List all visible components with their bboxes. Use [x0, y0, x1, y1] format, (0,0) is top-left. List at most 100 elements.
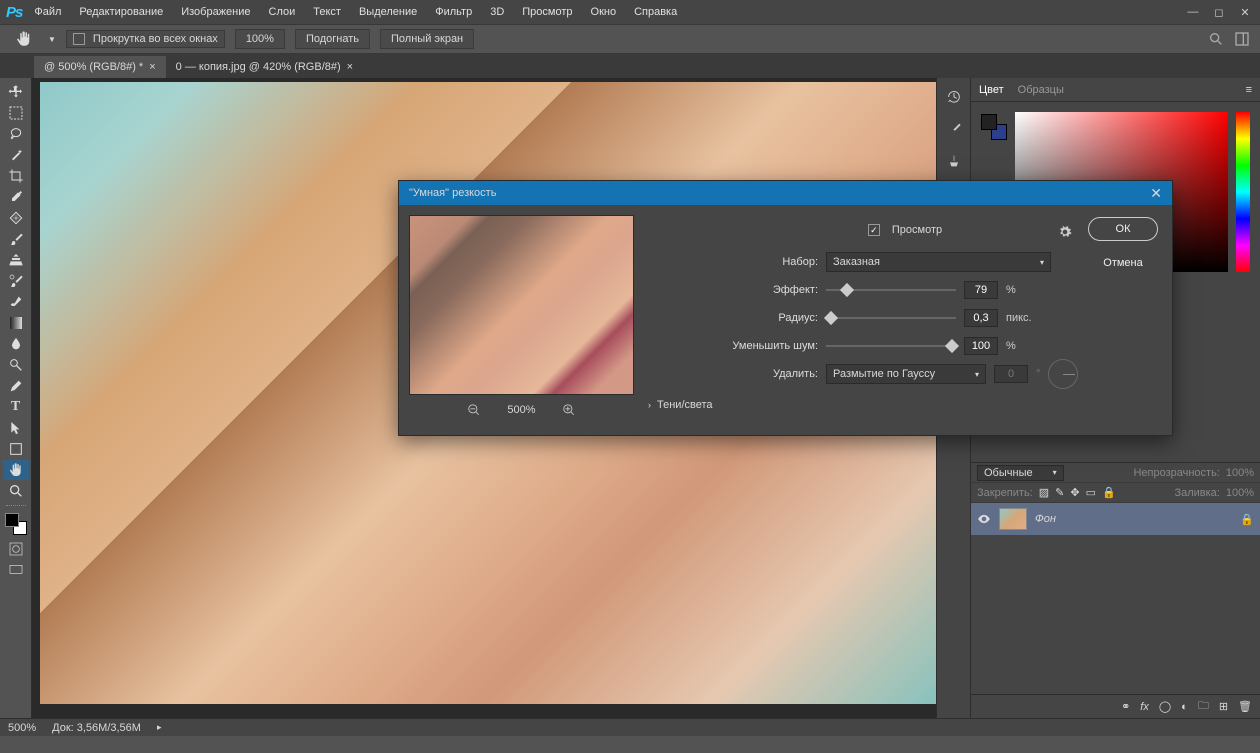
chevron-down-icon[interactable]: ▼ — [48, 35, 56, 44]
full-screen-button[interactable]: Полный экран — [380, 29, 474, 49]
marquee-tool[interactable] — [3, 103, 29, 123]
hue-slider[interactable] — [1236, 112, 1250, 272]
lock-artboard-icon[interactable]: ▭ — [1086, 486, 1096, 499]
layer-style-icon[interactable]: fx — [1140, 701, 1149, 713]
visibility-icon[interactable] — [977, 512, 991, 526]
move-tool[interactable] — [3, 82, 29, 102]
layer-name[interactable]: Фон — [1035, 513, 1056, 525]
fill-value[interactable]: 100% — [1226, 487, 1254, 499]
remove-select[interactable]: Размытие по Гауссу▾ — [826, 364, 986, 384]
preview-checkbox[interactable] — [868, 224, 880, 236]
fg-bg-swatch[interactable] — [981, 114, 1007, 140]
crop-tool[interactable] — [3, 166, 29, 186]
eyedropper-tool[interactable] — [3, 187, 29, 207]
cancel-button[interactable]: Отмена — [1088, 251, 1158, 275]
radius-slider[interactable] — [826, 311, 956, 325]
options-bar: ▼ Прокрутка во всех окнах 100% Подогнать… — [0, 24, 1260, 54]
layer-row[interactable]: Фон 🔒 — [971, 503, 1260, 535]
menu-view[interactable]: Просмотр — [522, 6, 572, 18]
chevron-right-icon: › — [648, 400, 651, 410]
gradient-tool[interactable] — [3, 313, 29, 333]
foreground-background-swatch[interactable] — [3, 510, 29, 538]
noise-input[interactable]: 100 — [964, 337, 998, 355]
scroll-all-windows-checkbox[interactable]: Прокрутка во всех окнах — [66, 30, 225, 48]
shape-tool[interactable] — [3, 439, 29, 459]
dialog-close-icon[interactable]: ✕ — [1150, 185, 1162, 202]
trash-icon[interactable]: 🗑 — [1238, 700, 1252, 713]
tab-close-icon[interactable]: × — [149, 61, 155, 73]
eraser-tool[interactable] — [3, 292, 29, 312]
lock-all-icon[interactable]: 🔒 — [1102, 486, 1116, 499]
path-selection-tool[interactable] — [3, 418, 29, 438]
layer-mask-icon[interactable]: ◯ — [1159, 700, 1171, 713]
document-tab[interactable]: @ 500% (RGB/8#) * × — [34, 56, 166, 78]
blend-mode-select[interactable]: Обычные▾ — [977, 465, 1064, 481]
angle-dial[interactable] — [1048, 359, 1078, 389]
workspace-icon[interactable] — [1234, 31, 1250, 47]
lock-pixels-icon[interactable]: ▨ — [1039, 486, 1049, 499]
document-tab[interactable]: 0 — копия.jpg @ 420% (RGB/8#) × — [166, 56, 363, 78]
lock-position-icon[interactable]: ✥ — [1070, 486, 1079, 499]
menu-select[interactable]: Выделение — [359, 6, 417, 18]
menu-layers[interactable]: Слои — [269, 6, 296, 18]
type-tool[interactable]: T — [3, 397, 29, 417]
search-icon[interactable] — [1208, 31, 1224, 47]
tab-color[interactable]: Цвет — [979, 84, 1004, 96]
dialog-titlebar[interactable]: "Умная" резкость ✕ — [399, 181, 1172, 205]
radius-input[interactable]: 0,3 — [964, 309, 998, 327]
lasso-tool[interactable] — [3, 124, 29, 144]
adjustment-layer-icon[interactable]: ◐ — [1181, 701, 1188, 713]
healing-brush-tool[interactable] — [3, 208, 29, 228]
history-brush-tool[interactable] — [3, 271, 29, 291]
menu-help[interactable]: Справка — [634, 6, 677, 18]
screen-mode-tool[interactable] — [3, 560, 29, 580]
clone-stamp-tool[interactable] — [3, 250, 29, 270]
quick-mask-tool[interactable] — [3, 539, 29, 559]
menu-3d[interactable]: 3D — [490, 6, 504, 18]
amount-input[interactable]: 79 — [964, 281, 998, 299]
lock-brush-icon[interactable]: ✎ — [1055, 486, 1064, 499]
opacity-value[interactable]: 100% — [1226, 467, 1254, 479]
brush-settings-icon[interactable] — [944, 152, 964, 170]
tab-close-icon[interactable]: × — [347, 61, 353, 73]
brush-tool[interactable] — [3, 229, 29, 249]
pen-tool[interactable] — [3, 376, 29, 396]
gear-icon[interactable] — [1058, 225, 1072, 239]
chevron-right-icon[interactable]: ▸ — [157, 722, 162, 733]
history-panel-icon[interactable] — [944, 88, 964, 106]
zoom-tool[interactable] — [3, 481, 29, 501]
menu-edit[interactable]: Редактирование — [79, 6, 163, 18]
magic-wand-tool[interactable] — [3, 145, 29, 165]
minimize-icon[interactable]: — — [1184, 5, 1202, 19]
fit-screen-button[interactable]: Подогнать — [295, 29, 370, 49]
shadows-highlights-expander[interactable]: › Тени/света — [648, 399, 1162, 411]
menu-text[interactable]: Текст — [313, 6, 341, 18]
menu-window[interactable]: Окно — [591, 6, 617, 18]
new-layer-icon[interactable]: ⊞ — [1219, 700, 1228, 713]
group-icon[interactable]: 🗀 — [1198, 697, 1209, 716]
brushes-panel-icon[interactable] — [944, 120, 964, 138]
menu-file[interactable]: Файл — [34, 6, 61, 18]
link-layers-icon[interactable]: ⚭ — [1121, 700, 1130, 713]
dialog-preview[interactable] — [409, 215, 634, 395]
maximize-icon[interactable]: ◻ — [1210, 5, 1228, 19]
noise-slider[interactable] — [826, 339, 956, 353]
tab-swatches[interactable]: Образцы — [1018, 84, 1064, 96]
remove-label: Удалить: — [648, 368, 818, 380]
zoom-out-icon[interactable] — [467, 403, 481, 417]
preset-select[interactable]: Заказная▾ — [826, 252, 1051, 272]
ok-button[interactable]: ОК — [1088, 217, 1158, 241]
amount-slider[interactable] — [826, 283, 956, 297]
dodge-tool[interactable] — [3, 355, 29, 375]
blur-tool[interactable] — [3, 334, 29, 354]
zoom-in-icon[interactable] — [562, 403, 576, 417]
status-zoom[interactable]: 500% — [8, 722, 36, 734]
menu-image[interactable]: Изображение — [181, 6, 250, 18]
zoom-100-button[interactable]: 100% — [235, 29, 285, 49]
menu-filter[interactable]: Фильтр — [435, 6, 472, 18]
close-icon[interactable]: ✕ — [1236, 5, 1254, 19]
hand-tool[interactable] — [3, 460, 29, 480]
status-bar: 500% Док: 3,56M/3,56M ▸ — [0, 718, 1260, 736]
tools-panel: T — [0, 78, 32, 718]
panel-menu-icon[interactable]: ≡ — [1246, 84, 1252, 96]
